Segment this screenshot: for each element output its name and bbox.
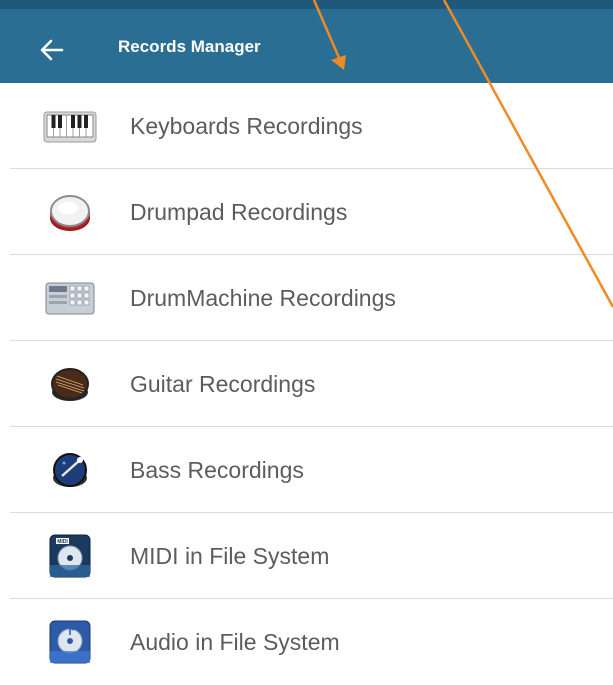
- list-item-label: Bass Recordings: [130, 457, 304, 483]
- list-item-drumpad[interactable]: Drumpad Recordings: [0, 169, 613, 255]
- list-item-keyboards[interactable]: Keyboards Recordings: [0, 83, 613, 169]
- piano-keyboard-icon: [43, 111, 97, 143]
- list-item-guitar[interactable]: Guitar Recordings: [0, 341, 613, 427]
- list-item-label: Drumpad Recordings: [130, 199, 348, 225]
- list-item-midi[interactable]: MIDI MIDI in File System: [0, 513, 613, 599]
- app-bar: Records Manager: [0, 0, 613, 83]
- list-item-label: MIDI in File System: [130, 543, 330, 569]
- list-item-label: DrumMachine Recordings: [130, 285, 396, 311]
- bass-icon: [53, 453, 87, 487]
- midi-folder-icon: MIDI: [49, 534, 91, 578]
- list-item-label: Keyboards Recordings: [130, 113, 363, 139]
- list-item-drummachine[interactable]: DrumMachine Recordings: [0, 255, 613, 341]
- page-title: Records Manager: [118, 37, 261, 56]
- drum-icon: [50, 195, 90, 231]
- list-item-label: Guitar Recordings: [130, 371, 316, 397]
- drum-machine-icon: [45, 282, 95, 315]
- records-list: Keyboards Recordings Drumpad Recordings …: [0, 83, 613, 685]
- list-item-audio[interactable]: Audio in File System: [0, 599, 613, 685]
- audio-folder-icon: [49, 620, 91, 664]
- guitar-icon: [51, 368, 89, 401]
- list-item-label: Audio in File System: [130, 629, 340, 655]
- arrow-left-icon[interactable]: [32, 30, 72, 70]
- svg-text:MIDI: MIDI: [57, 539, 68, 545]
- list-item-bass[interactable]: Bass Recordings: [0, 427, 613, 513]
